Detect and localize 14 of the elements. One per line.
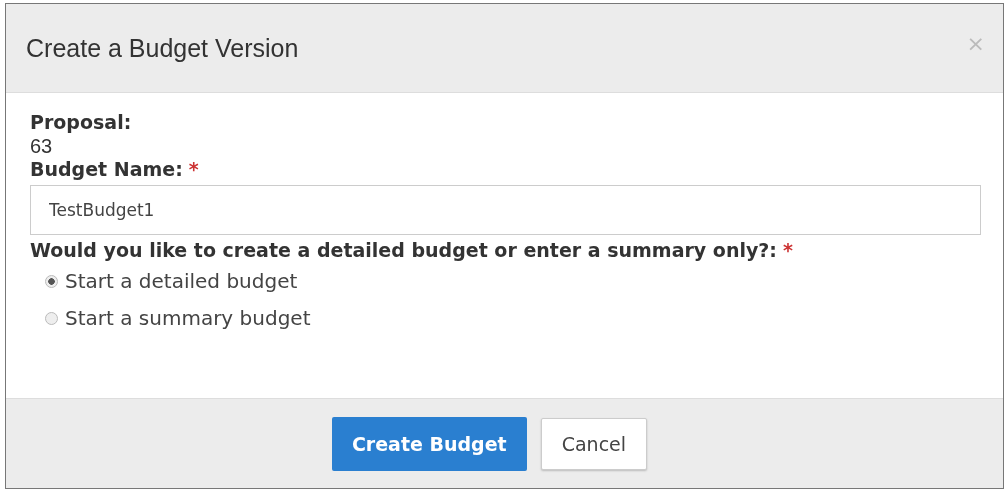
- cancel-button[interactable]: Cancel: [540, 417, 648, 470]
- radio-button[interactable]: [45, 311, 58, 325]
- field-label: Budget Name:: [30, 158, 183, 180]
- field-label: Would you like to create a detailed budget or enter a summary only?:: [30, 239, 777, 261]
- option-label[interactable]: Start a detailed budget: [65, 269, 298, 293]
- budget-name-field[interactable]: TestBudget1: [30, 185, 981, 235]
- create-budget-button[interactable]: Create Budget: [331, 416, 527, 471]
- field-label: Proposal:: [30, 111, 132, 133]
- proposal-value: 63: [30, 135, 53, 158]
- radio-button[interactable]: [45, 274, 58, 288]
- required-mark: *: [782, 239, 793, 261]
- required-mark: *: [188, 158, 199, 180]
- option-label[interactable]: Start a summary budget: [65, 306, 311, 330]
- dialog-title: Create a Budget Version: [26, 33, 299, 63]
